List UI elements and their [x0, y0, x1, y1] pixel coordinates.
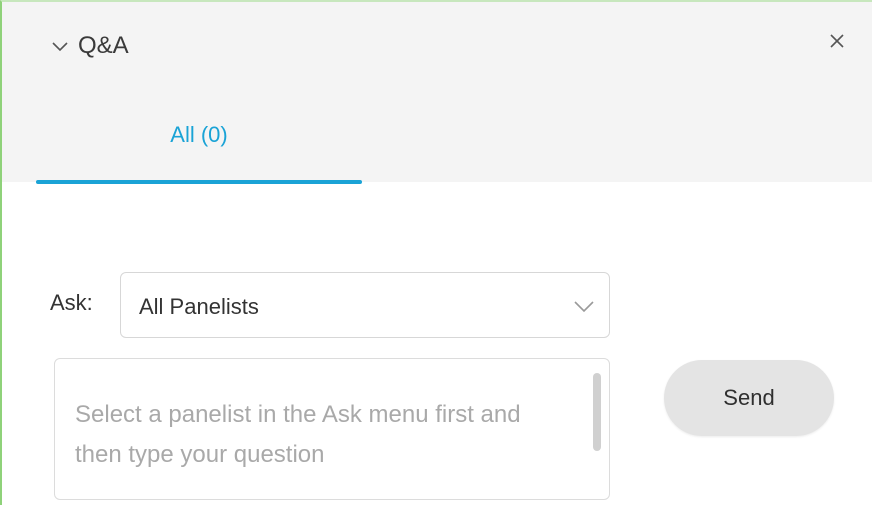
question-scrollbar[interactable] [593, 373, 601, 451]
panel-header: Q&A All (0) [2, 2, 872, 184]
question-input[interactable]: Select a panelist in the Ask menu first … [54, 358, 610, 500]
ask-select-value: All Panelists [139, 294, 259, 319]
tab-all[interactable]: All (0) [36, 112, 362, 184]
close-icon [828, 32, 846, 55]
panel-title: Q&A [78, 32, 129, 59]
active-tab-indicator [36, 180, 362, 184]
send-button[interactable]: Send [664, 360, 834, 436]
tab-all-label: All (0) [170, 122, 228, 147]
collapse-toggle[interactable]: Q&A [50, 28, 129, 64]
chevron-down-icon [571, 293, 597, 319]
ask-select[interactable]: All Panelists [120, 272, 610, 338]
chevron-down-icon [50, 36, 70, 56]
ask-label: Ask: [50, 290, 93, 315]
qa-panel: Q&A All (0) Ask: All Panelists Select a … [0, 0, 872, 505]
question-placeholder: Select a panelist in the Ask menu first … [75, 401, 528, 468]
close-button[interactable] [822, 28, 852, 58]
